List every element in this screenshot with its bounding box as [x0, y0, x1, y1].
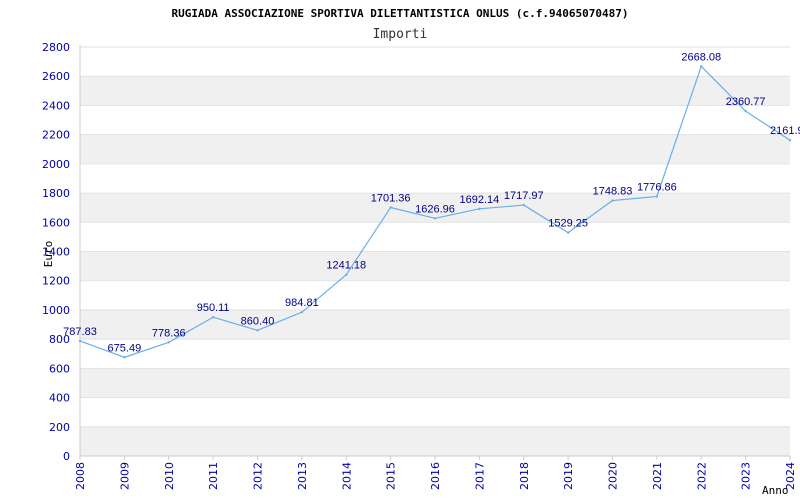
y-tick-label: 600 — [49, 362, 70, 375]
x-tick-label: 2009 — [118, 462, 131, 490]
y-tick-label: 200 — [49, 421, 70, 434]
data-label: 2161.9 — [770, 125, 800, 137]
grid-band — [80, 309, 790, 340]
grid-band — [80, 76, 790, 106]
x-tick-label: 2014 — [340, 462, 353, 490]
data-label: 1776.86 — [637, 181, 677, 193]
chart-subtitle: Importi — [373, 27, 428, 42]
data-point — [123, 356, 126, 359]
x-axis-label: Anno — [762, 484, 789, 497]
y-tick-label: 2200 — [42, 129, 70, 142]
data-label: 860.40 — [241, 315, 275, 327]
x-tick-label: 2023 — [740, 462, 753, 490]
x-tick-label: 2013 — [296, 462, 309, 490]
data-label: 1748.83 — [593, 186, 633, 198]
y-tick-label: 1200 — [42, 275, 70, 288]
y-axis-label: Euro — [42, 241, 55, 268]
x-tick-label: 2021 — [651, 462, 664, 490]
data-label: 675.49 — [108, 342, 142, 354]
data-point — [788, 139, 792, 142]
data-label: 1529.25 — [548, 218, 588, 230]
y-tick-label: 2600 — [42, 70, 70, 83]
data-point — [700, 65, 703, 68]
y-tick-label: 0 — [63, 450, 70, 463]
y-tick-label: 2800 — [42, 41, 70, 54]
data-label: 2360.77 — [726, 96, 766, 108]
grid-band — [80, 368, 790, 398]
y-tick-label: 1600 — [42, 216, 70, 229]
data-point — [300, 310, 304, 314]
x-tick-label: 2019 — [562, 462, 575, 490]
data-point — [256, 329, 259, 332]
x-tick-label: 2008 — [74, 462, 87, 490]
data-label: 1701.36 — [371, 192, 411, 204]
grid-band — [80, 134, 790, 164]
data-label: 787.83 — [63, 326, 97, 338]
data-label: 1241.18 — [326, 260, 366, 272]
data-label: 1626.96 — [415, 203, 455, 215]
grid-bands — [80, 76, 790, 456]
x-tick-label: 2020 — [607, 462, 620, 490]
data-point — [345, 273, 348, 276]
x-tick-label: 2012 — [252, 462, 265, 490]
line-chart: 0200400600800100012001400160018002000220… — [42, 7, 800, 497]
data-point — [522, 203, 525, 207]
y-tick-label: 2400 — [42, 99, 70, 112]
x-tick-label: 2017 — [473, 462, 486, 490]
x-tick-label: 2016 — [429, 462, 442, 490]
data-point — [611, 199, 614, 202]
data-label: 950.11 — [197, 302, 230, 314]
x-tick-label: 2010 — [163, 462, 176, 490]
data-point — [655, 195, 659, 198]
x-tick-label: 2018 — [518, 462, 531, 490]
data-point — [566, 231, 570, 234]
x-tick-label: 2011 — [207, 462, 220, 490]
data-label: 984.81 — [285, 297, 319, 309]
y-tick-label: 1800 — [42, 187, 70, 200]
y-tick-label: 2000 — [42, 158, 70, 171]
data-point — [478, 207, 481, 211]
x-tick-labels: 2008 2009 2010 2011 2012 2013 2014 2015 2016 2017… — [74, 462, 797, 490]
grid-band — [80, 251, 790, 281]
grid-band — [80, 426, 790, 456]
x-tick-label: 2015 — [385, 462, 398, 490]
data-point — [167, 341, 170, 344]
data-point — [78, 339, 82, 343]
chart-title: RUGIADA ASSOCIAZIONE SPORTIVA DILETTANTI… — [172, 7, 629, 20]
x-tick-label: 2022 — [695, 462, 708, 490]
data-label: 2668.08 — [681, 51, 721, 63]
y-tick-label: 1000 — [42, 304, 70, 317]
data-point — [211, 316, 215, 319]
data-label: 778.36 — [152, 327, 186, 339]
data-label: 1692.14 — [459, 194, 499, 206]
data-point — [433, 217, 437, 220]
y-tick-label: 400 — [49, 392, 70, 405]
data-point — [389, 206, 392, 209]
data-label: 1717.97 — [504, 190, 544, 202]
data-point — [744, 109, 747, 113]
